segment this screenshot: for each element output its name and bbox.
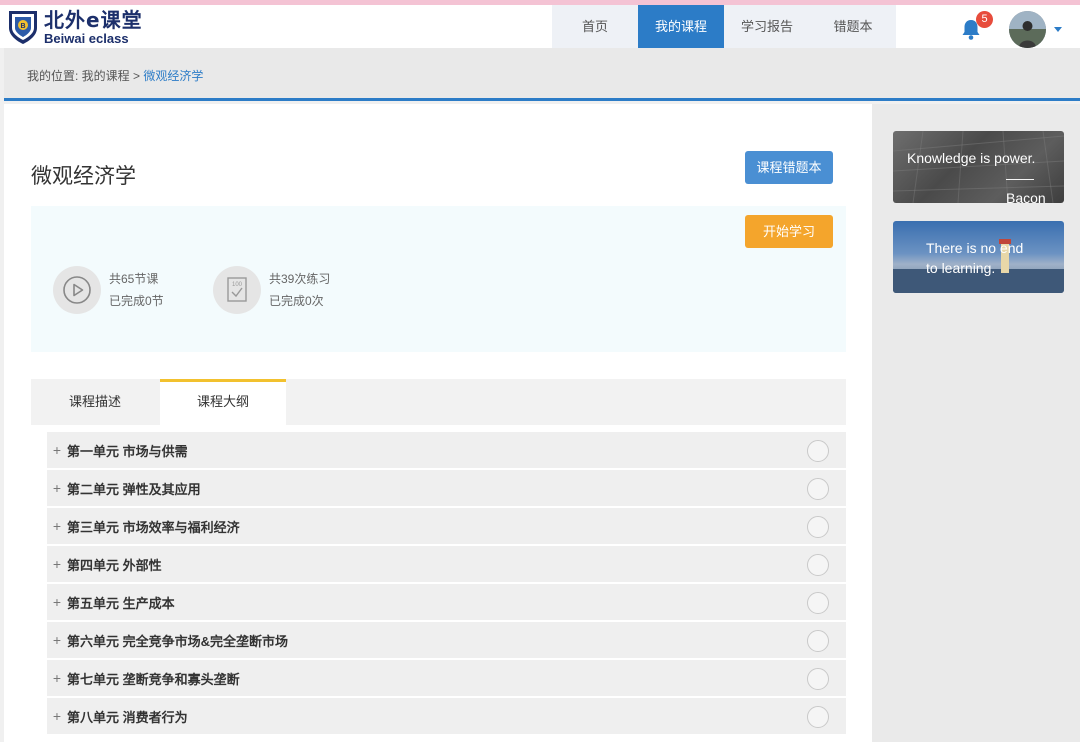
progress-circle-icon	[807, 478, 829, 500]
course-wrong-book-button[interactable]: 课程错题本	[745, 151, 833, 184]
breadcrumb-prefix: 我的位置: 我的课程 >	[27, 69, 144, 83]
unit-title: 第四单元 外部性	[67, 557, 162, 573]
tab-course-description[interactable]: 课程描述	[31, 379, 159, 425]
expand-plus-icon[interactable]: +	[47, 670, 67, 686]
quote-line-1: Knowledge is power.	[907, 150, 1036, 166]
quote-line-2: ——Bacon	[1006, 170, 1046, 203]
expand-plus-icon[interactable]: +	[47, 594, 67, 610]
nav-wrong-questions[interactable]: 错题本	[810, 5, 896, 48]
unit-row[interactable]: + 第四单元 外部性	[47, 546, 846, 582]
course-tabs: 课程描述 课程大纲	[31, 379, 846, 425]
svg-text:B: B	[20, 23, 25, 30]
course-stats-panel: 共65节课 已完成0节 100 共39次练习 已完成0次	[31, 206, 846, 352]
nav-my-courses[interactable]: 我的课程	[638, 5, 724, 48]
school-crest-icon: B	[6, 8, 40, 46]
unit-row[interactable]: + 第一单元 市场与供需	[47, 432, 846, 468]
progress-circle-icon	[807, 440, 829, 462]
quote-line-1: There is no end	[926, 240, 1024, 256]
logo-subtitle: Beiwai eclass	[44, 30, 129, 46]
unit-row[interactable]: + 第二单元 弹性及其应用	[47, 470, 846, 506]
user-avatar[interactable]	[1009, 11, 1046, 48]
top-header: B 北外e课堂 Beiwai eclass 首页 我的课程 学习报告 错题本 5	[0, 5, 1080, 48]
unit-title: 第七单元 垄断竞争和寡头垄断	[67, 671, 240, 687]
unit-row[interactable]: + 第七单元 垄断竞争和寡头垄断	[47, 660, 846, 696]
unit-row[interactable]: + 第八单元 消费者行为	[47, 698, 846, 734]
page-title: 微观经济学	[31, 164, 136, 188]
exercise-sheet-icon: 100	[213, 266, 261, 314]
logo[interactable]: B 北外e课堂 Beiwai eclass	[6, 7, 143, 47]
progress-circle-icon	[807, 668, 829, 690]
unit-title: 第三单元 市场效率与福利经济	[67, 519, 240, 535]
main-nav: 首页 我的课程 学习报告 错题本	[552, 5, 896, 48]
user-menu-caret-icon[interactable]	[1054, 27, 1062, 32]
lessons-stat: 共65节课 已完成0节	[53, 266, 164, 314]
expand-plus-icon[interactable]: +	[47, 480, 67, 496]
quote-banner-learning[interactable]: There is no end to learning.	[893, 221, 1064, 293]
progress-circle-icon	[807, 706, 829, 728]
progress-circle-icon	[807, 554, 829, 576]
unit-row[interactable]: + 第三单元 市场效率与福利经济	[47, 508, 846, 544]
logo-title: 北外e课堂	[44, 7, 143, 32]
expand-plus-icon[interactable]: +	[47, 442, 67, 458]
nav-study-report[interactable]: 学习报告	[724, 5, 810, 48]
expand-plus-icon[interactable]: +	[47, 632, 67, 648]
lessons-done: 已完成0节	[109, 294, 164, 308]
unit-title: 第二单元 弹性及其应用	[67, 481, 201, 497]
svg-text:100: 100	[232, 282, 243, 288]
nav-home[interactable]: 首页	[552, 5, 638, 48]
progress-circle-icon	[807, 630, 829, 652]
expand-plus-icon[interactable]: +	[47, 708, 67, 724]
unit-title: 第五单元 生产成本	[67, 595, 175, 611]
quote-banner-knowledge[interactable]: Knowledge is power. ——Bacon	[893, 131, 1064, 203]
unit-title: 第六单元 完全竞争市场&完全垄断市场	[67, 633, 289, 649]
play-icon	[53, 266, 101, 314]
quote-line-2: to learning.	[926, 260, 996, 276]
breadcrumb: 我的位置: 我的课程 > 微观经济学	[27, 67, 203, 84]
expand-plus-icon[interactable]: +	[47, 556, 67, 572]
exercises-stat: 100 共39次练习 已完成0次	[213, 266, 330, 314]
tab-course-outline[interactable]: 课程大纲	[160, 379, 286, 425]
lessons-total: 共65节课	[109, 272, 159, 286]
exercises-done: 已完成0次	[269, 294, 324, 308]
breadcrumb-bar: 我的位置: 我的课程 > 微观经济学	[4, 48, 1080, 101]
notification-count-badge: 5	[976, 11, 993, 28]
progress-circle-icon	[807, 592, 829, 614]
course-main-panel: 微观经济学 课程错题本 共65节课 已完成0节 100 共39次练习 已完成0次…	[4, 104, 872, 742]
progress-circle-icon	[807, 516, 829, 538]
start-learning-button[interactable]: 开始学习	[745, 215, 833, 248]
unit-row[interactable]: + 第五单元 生产成本	[47, 584, 846, 620]
unit-title: 第八单元 消费者行为	[67, 709, 188, 725]
breadcrumb-current[interactable]: 微观经济学	[143, 69, 203, 83]
expand-plus-icon[interactable]: +	[47, 518, 67, 534]
unit-list: + 第一单元 市场与供需 + 第二单元 弹性及其应用 + 第三单元 市场效率与福…	[47, 432, 846, 736]
unit-row[interactable]: + 第六单元 完全竞争市场&完全垄断市场	[47, 622, 846, 658]
unit-title: 第一单元 市场与供需	[67, 443, 188, 459]
right-sidebar: Knowledge is power. ——Bacon There is no …	[872, 104, 1080, 742]
exercises-total: 共39次练习	[269, 272, 331, 286]
